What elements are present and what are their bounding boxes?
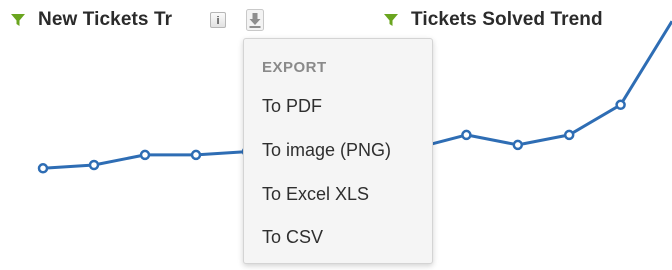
trend-point[interactable] [512, 139, 524, 151]
export-to-png-item[interactable]: To image (PNG) [262, 140, 391, 161]
tickets-solved-trend-title: Tickets Solved Trend [411, 9, 603, 30]
info-icon[interactable]: i [210, 12, 226, 28]
trend-point[interactable] [190, 149, 202, 161]
tickets-solved-trend-header: Tickets Solved Trend [383, 6, 603, 34]
funnel-icon[interactable] [10, 12, 26, 28]
new-tickets-trend-title: New Tickets Tr [38, 9, 173, 30]
trend-point[interactable] [461, 129, 472, 141]
tickets-solved-trend-chart [409, 20, 672, 154]
export-menu: EXPORT To PDF To image (PNG) To Excel XL… [243, 38, 433, 264]
export-to-csv-item[interactable]: To CSV [262, 227, 323, 248]
trend-point[interactable] [563, 129, 575, 141]
new-tickets-trend-chart [37, 146, 253, 174]
export-menu-heading: EXPORT [262, 59, 327, 76]
funnel-icon[interactable] [383, 12, 399, 28]
trend-line [414, 20, 672, 150]
new-tickets-trend-header: New Tickets Tr [10, 6, 172, 34]
trend-point[interactable] [88, 159, 100, 171]
trend-point[interactable] [615, 99, 626, 111]
download-arrow-icon[interactable] [246, 9, 264, 31]
trend-point[interactable] [139, 149, 151, 161]
export-to-pdf-item[interactable]: To PDF [262, 96, 322, 117]
export-to-xls-item[interactable]: To Excel XLS [262, 184, 369, 205]
trend-point[interactable] [37, 163, 49, 174]
